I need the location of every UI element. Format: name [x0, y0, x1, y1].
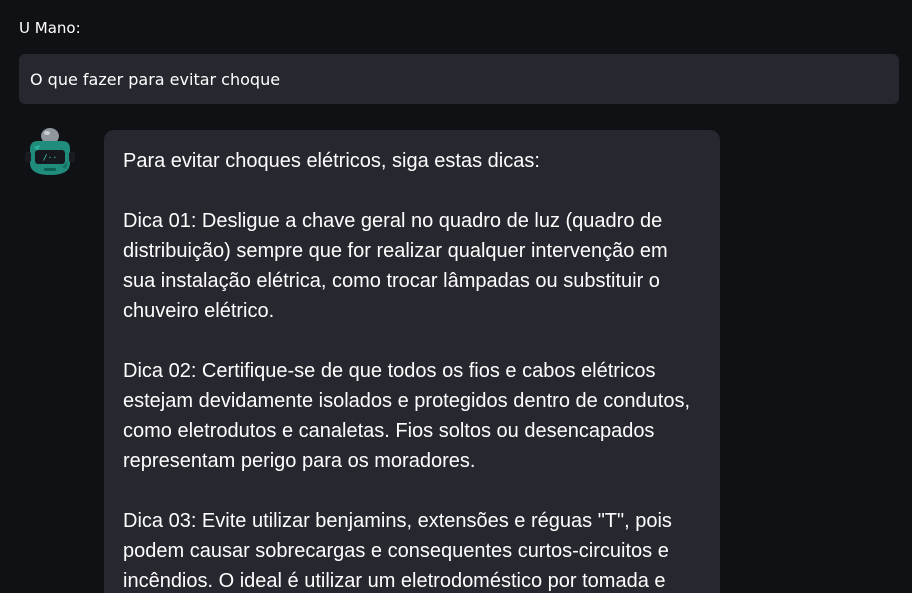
- assistant-avatar: /··: [24, 127, 76, 179]
- sender-name: U Mano:: [19, 19, 81, 37]
- tip-01: Dica 01: Desligue a chave geral no quadr…: [123, 210, 668, 322]
- tip-03: Dica 03: Evite utilizar benjamins, exten…: [123, 510, 672, 592]
- user-message-bubble: O que fazer para evitar choque: [19, 54, 899, 104]
- user-message-text: O que fazer para evitar choque: [30, 69, 281, 89]
- assistant-message-bubble: Para evitar choques elétricos, siga esta…: [104, 130, 720, 593]
- assistant-intro: Para evitar choques elétricos, siga esta…: [123, 150, 540, 172]
- tip-02: Dica 02: Certifique-se de que todos os f…: [123, 360, 691, 472]
- robot-icon: /··: [25, 128, 75, 175]
- svg-text:/··: /··: [43, 153, 57, 162]
